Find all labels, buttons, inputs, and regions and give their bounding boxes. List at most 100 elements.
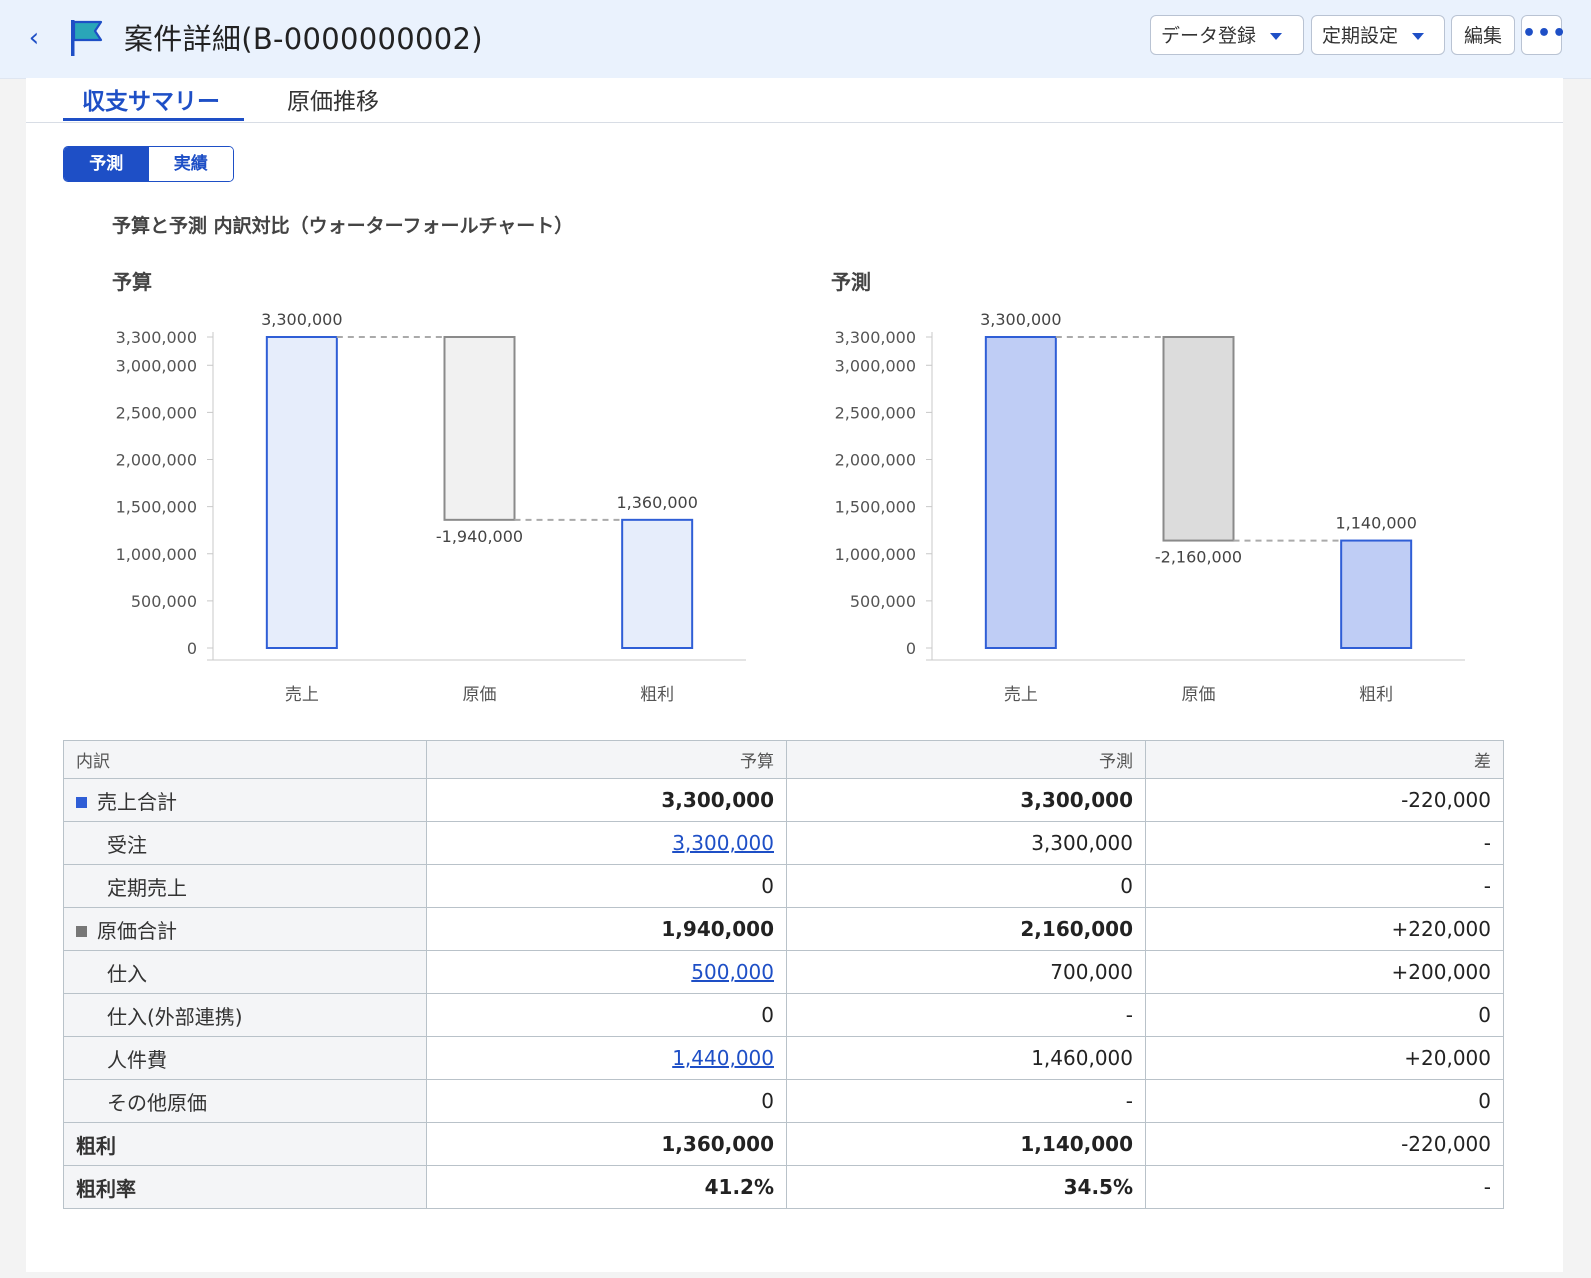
row-label: 原価合計 bbox=[63, 907, 427, 951]
y-tick-label: 500,000 bbox=[850, 592, 916, 611]
y-tick-label: 2,000,000 bbox=[116, 451, 197, 470]
cell-forecast: 3,300,000 bbox=[786, 821, 1146, 865]
table-header-row: 内訳 予算 予測 差 bbox=[63, 740, 1504, 779]
cell-budget: 1,940,000 bbox=[426, 907, 787, 951]
bar-data-label: 3,300,000 bbox=[980, 310, 1061, 329]
x-tick-label: 原価 bbox=[463, 685, 497, 705]
cell-forecast: 34.5% bbox=[786, 1165, 1146, 1209]
back-chevron-icon[interactable]: ‹ bbox=[22, 22, 46, 54]
cell-budget: 1,440,000 bbox=[426, 1036, 787, 1080]
budget-link[interactable]: 1,440,000 bbox=[672, 1046, 774, 1070]
cell-diff: -220,000 bbox=[1145, 778, 1504, 822]
sales-legend-icon bbox=[76, 796, 87, 808]
main-card: 収支サマリー 原価推移 予測 実績 予算と予測 内訳対比（ウォーターフォールチャ… bbox=[26, 78, 1563, 1272]
waterfall-bar bbox=[265, 336, 338, 649]
waterfall-bar bbox=[621, 518, 694, 649]
waterfall-bar bbox=[1162, 336, 1235, 542]
cell-diff: - bbox=[1145, 1165, 1504, 1209]
cell-forecast: 0 bbox=[786, 864, 1146, 908]
cell-budget: 3,300,000 bbox=[426, 778, 787, 822]
bar-data-label: 3,300,000 bbox=[261, 310, 342, 329]
cost-legend-icon bbox=[76, 925, 87, 937]
data-register-button[interactable]: データ登録 bbox=[1150, 15, 1304, 55]
y-tick-label: 2,500,000 bbox=[835, 403, 916, 422]
page-title: 案件詳細(B-0000000002) bbox=[124, 22, 483, 56]
row-label-text: 原価合計 bbox=[97, 918, 177, 943]
budget-link[interactable]: 500,000 bbox=[691, 960, 774, 984]
schedule-settings-label: 定期設定 bbox=[1322, 25, 1399, 47]
col-header-diff: 差 bbox=[1145, 740, 1504, 779]
waterfall-bar bbox=[443, 336, 516, 521]
row-label-text: 売上合計 bbox=[97, 789, 177, 814]
toggle-actual[interactable]: 実績 bbox=[148, 147, 233, 181]
cell-diff: - bbox=[1145, 864, 1504, 908]
cell-budget: 1,360,000 bbox=[426, 1122, 787, 1166]
y-tick-label: 1,000,000 bbox=[116, 545, 197, 564]
table-row-cost-total: 原価合計 1,940,000 2,160,000 +220,000 bbox=[63, 907, 1504, 951]
table-row-sales-total: 売上合計 3,300,000 3,300,000 -220,000 bbox=[63, 778, 1504, 822]
x-tick-label: 原価 bbox=[1182, 685, 1216, 705]
tab-summary[interactable]: 収支サマリー bbox=[82, 82, 220, 116]
more-options-icon[interactable]: ••• bbox=[1521, 15, 1566, 55]
waterfall-bar bbox=[1340, 539, 1413, 649]
table-row-purchase-external: 仕入(外部連携) 0 - 0 bbox=[63, 993, 1504, 1037]
row-label: 売上合計 bbox=[63, 778, 427, 822]
edit-button[interactable]: 編集 bbox=[1451, 15, 1515, 55]
bar-data-label: 1,360,000 bbox=[616, 493, 697, 512]
row-label: 仕入 bbox=[63, 950, 427, 994]
cell-budget: 0 bbox=[426, 864, 787, 908]
bar-data-label: -2,160,000 bbox=[1155, 548, 1242, 567]
row-label: 粗利率 bbox=[63, 1165, 427, 1209]
forecast-actual-toggle: 予測 実績 bbox=[63, 146, 234, 182]
y-tick-label: 500,000 bbox=[131, 592, 197, 611]
y-tick-label: 3,000,000 bbox=[116, 356, 197, 375]
y-tick-label: 1,500,000 bbox=[835, 498, 916, 517]
caret-down-icon bbox=[1412, 33, 1425, 40]
cell-budget: 0 bbox=[426, 1079, 787, 1123]
cell-diff: -220,000 bbox=[1145, 1122, 1504, 1166]
cell-diff: - bbox=[1145, 821, 1504, 865]
row-label: 粗利 bbox=[63, 1122, 427, 1166]
y-tick-label: 2,000,000 bbox=[835, 451, 916, 470]
y-tick-label: 1,000,000 bbox=[835, 545, 916, 564]
schedule-settings-button[interactable]: 定期設定 bbox=[1311, 15, 1445, 55]
bar-data-label: -1,940,000 bbox=[436, 527, 523, 546]
cell-budget: 41.2% bbox=[426, 1165, 787, 1209]
y-tick-label: 3,000,000 bbox=[835, 356, 916, 375]
row-label: 人件費 bbox=[63, 1036, 427, 1080]
table-row-gross-margin: 粗利率 41.2% 34.5% - bbox=[63, 1165, 1504, 1209]
table-row-purchase: 仕入 500,000 700,000 +200,000 bbox=[63, 950, 1504, 994]
col-header-forecast: 予測 bbox=[786, 740, 1146, 779]
waterfall-bar bbox=[984, 336, 1057, 649]
toggle-forecast[interactable]: 予測 bbox=[64, 147, 149, 181]
active-tab-indicator bbox=[63, 118, 244, 121]
budget-chart-title: 予算 bbox=[112, 270, 152, 294]
cell-forecast: 1,140,000 bbox=[786, 1122, 1146, 1166]
cell-diff: +220,000 bbox=[1145, 907, 1504, 951]
y-tick-label: 0 bbox=[187, 639, 197, 658]
x-tick-label: 売上 bbox=[285, 685, 319, 705]
y-tick-label: 3,300,000 bbox=[835, 328, 916, 347]
data-register-label: データ登録 bbox=[1161, 25, 1257, 47]
row-label: その他原価 bbox=[63, 1079, 427, 1123]
page-header: ‹ 案件詳細(B-0000000002) データ登録 定期設定 編集 ••• bbox=[0, 0, 1591, 79]
cell-diff: +20,000 bbox=[1145, 1036, 1504, 1080]
forecast-chart-title: 予測 bbox=[831, 270, 871, 294]
cell-forecast: - bbox=[786, 993, 1146, 1037]
flag-icon bbox=[71, 20, 103, 56]
table-row-gross-profit: 粗利 1,360,000 1,140,000 -220,000 bbox=[63, 1122, 1504, 1166]
bar-data-label: 1,140,000 bbox=[1335, 514, 1416, 533]
row-label: 受注 bbox=[63, 821, 427, 865]
table-row-other-cost: その他原価 0 - 0 bbox=[63, 1079, 1504, 1123]
y-tick-label: 3,300,000 bbox=[116, 328, 197, 347]
x-tick-label: 粗利 bbox=[1359, 685, 1393, 705]
cell-forecast: 1,460,000 bbox=[786, 1036, 1146, 1080]
cell-diff: 0 bbox=[1145, 993, 1504, 1037]
cell-budget: 0 bbox=[426, 993, 787, 1037]
cell-diff: 0 bbox=[1145, 1079, 1504, 1123]
tab-cost-trend[interactable]: 原価推移 bbox=[287, 82, 379, 116]
col-header-budget: 予算 bbox=[426, 740, 787, 779]
cell-budget: 3,300,000 bbox=[426, 821, 787, 865]
budget-link[interactable]: 3,300,000 bbox=[672, 831, 774, 855]
col-header-breakdown: 内訳 bbox=[63, 740, 427, 779]
